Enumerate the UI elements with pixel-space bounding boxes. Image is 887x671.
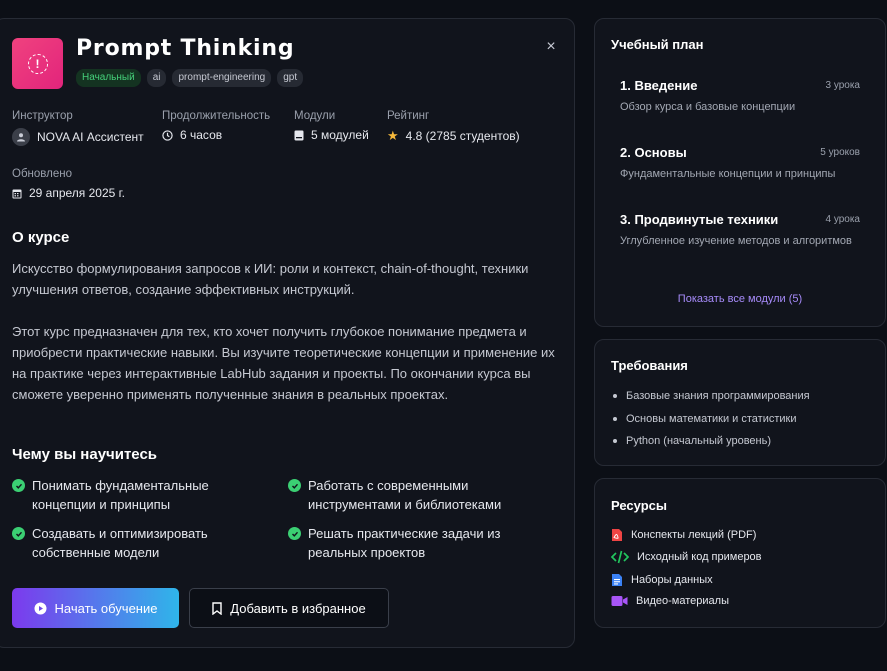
updated-text: 29 апреля 2025 г. <box>29 186 125 200</box>
bullet-icon <box>613 439 617 443</box>
tag-list: Начальный ai prompt-engineering gpt <box>76 69 304 87</box>
bullet-icon <box>613 394 617 398</box>
updated-value: 29 апреля 2025 г. <box>12 186 125 200</box>
bullet-icon <box>613 417 617 421</box>
resource-datasets[interactable]: Наборы данных <box>611 573 713 587</box>
resource-lecture-notes[interactable]: Конспекты лекций (PDF) <box>611 528 756 542</box>
close-button[interactable]: × <box>543 39 559 55</box>
learn-item-text: Понимать фундаментальные концепции и при… <box>32 478 209 512</box>
start-course-button[interactable]: Начать обучение <box>12 588 179 628</box>
updated-label: Обновлено <box>12 168 72 180</box>
requirement-item: Базовые знания программирования <box>613 390 810 402</box>
bookmark-icon <box>212 601 222 615</box>
learn-item: Создавать и оптимизировать собственные м… <box>12 524 252 562</box>
instructor-name: NOVA AI Ассистент <box>37 130 144 144</box>
requirement-text: Python (начальный уровень) <box>626 435 772 447</box>
learn-item-text: Создавать и оптимизировать собственные м… <box>32 526 208 560</box>
instructor-label: Инструктор <box>12 110 73 122</box>
resource-label: Видео-материалы <box>636 595 729 607</box>
about-heading: О курсе <box>12 229 70 246</box>
requirement-item: Python (начальный уровень) <box>613 435 771 447</box>
curriculum-module[interactable]: 3. Продвинутые техники 4 урока Углубленн… <box>620 212 860 249</box>
modules-text: 5 модулей <box>311 128 369 142</box>
duration-value: 6 часов <box>162 128 222 142</box>
star-icon: ★ <box>387 128 399 143</box>
rating-text: 4.8 (2785 студентов) <box>405 129 520 143</box>
pdf-file-icon <box>612 529 622 541</box>
avatar <box>12 128 30 146</box>
module-description: Обзор курса и базовые концепции <box>620 101 796 113</box>
check-icon <box>12 527 25 540</box>
module-description: Углубленное изучение методов и алгоритмо… <box>620 235 852 247</box>
add-favorite-label: Добавить в избранное <box>230 600 366 616</box>
rating-value: ★ 4.8 (2785 студентов) <box>387 128 520 144</box>
resource-label: Исходный код примеров <box>637 551 762 563</box>
modules-value: 5 модулей <box>294 128 369 142</box>
resource-label: Конспекты лекций (PDF) <box>631 529 757 541</box>
info-icon: ! <box>27 53 48 74</box>
resource-source-code[interactable]: Исходный код примеров <box>611 550 762 564</box>
learn-item: Понимать фундаментальные концепции и при… <box>12 476 252 514</box>
user-icon <box>17 133 25 142</box>
learn-heading: Чему вы научитесь <box>12 446 158 463</box>
check-icon <box>288 479 301 492</box>
module-lesson-count: 3 урока <box>825 80 860 91</box>
dataset-file-icon <box>612 574 622 586</box>
check-icon <box>12 479 25 492</box>
duration-text: 6 часов <box>180 128 223 142</box>
learn-item: Решать практические задачи из реальных п… <box>288 524 528 562</box>
course-title: Prompt Thinking <box>76 36 295 61</box>
resource-label: Наборы данных <box>631 574 713 586</box>
check-icon <box>288 527 301 540</box>
course-icon: ! <box>12 38 63 89</box>
requirement-text: Базовые знания программирования <box>626 390 810 402</box>
module-description: Фундаментальные концепции и принципы <box>620 168 836 180</box>
learn-item-text: Работать с современными инструментами и … <box>308 478 502 512</box>
resources-heading: Ресурсы <box>611 498 667 513</box>
requirement-item: Основы математики и статистики <box>613 413 796 425</box>
modules-label: Модули <box>294 110 336 122</box>
instructor-value: NOVA AI Ассистент <box>12 128 144 146</box>
learn-item-text: Решать практические задачи из реальных п… <box>308 526 501 560</box>
book-icon <box>294 130 304 140</box>
start-course-label: Начать обучение <box>54 600 158 616</box>
module-lesson-count: 4 урока <box>825 214 860 225</box>
add-favorite-button[interactable]: Добавить в избранное <box>189 588 389 628</box>
tag[interactable]: gpt <box>277 69 304 87</box>
curriculum-module[interactable]: 2. Основы 5 уроков Фундаментальные конце… <box>620 145 860 182</box>
curriculum-module[interactable]: 1. Введение 3 урока Обзор курса и базовы… <box>620 78 860 115</box>
show-all-modules-link[interactable]: Показать все модули (5) <box>594 293 886 305</box>
requirements-heading: Требования <box>611 358 688 373</box>
tag[interactable]: prompt-engineering <box>172 69 272 87</box>
module-title: 3. Продвинутые техники <box>620 212 779 227</box>
tag[interactable]: ai <box>146 69 167 87</box>
code-icon <box>611 550 629 564</box>
module-title: 1. Введение <box>620 78 698 93</box>
learn-item: Работать с современными инструментами и … <box>288 476 528 514</box>
duration-label: Продолжительность <box>162 110 271 122</box>
play-icon <box>34 602 47 614</box>
resource-videos[interactable]: Видео-материалы <box>611 595 729 607</box>
clock-icon <box>162 129 173 141</box>
rating-label: Рейтинг <box>387 110 430 122</box>
about-description: Искусство формулирования запросов к ИИ: … <box>12 261 529 297</box>
about-details: Этот курс предназначен для тех, кто хоче… <box>12 324 555 402</box>
video-icon <box>611 596 628 606</box>
curriculum-heading: Учебный план <box>611 37 704 52</box>
module-lesson-count: 5 уроков <box>820 147 860 158</box>
requirement-text: Основы математики и статистики <box>626 413 797 425</box>
level-badge: Начальный <box>76 69 141 87</box>
calendar-icon <box>12 189 22 198</box>
